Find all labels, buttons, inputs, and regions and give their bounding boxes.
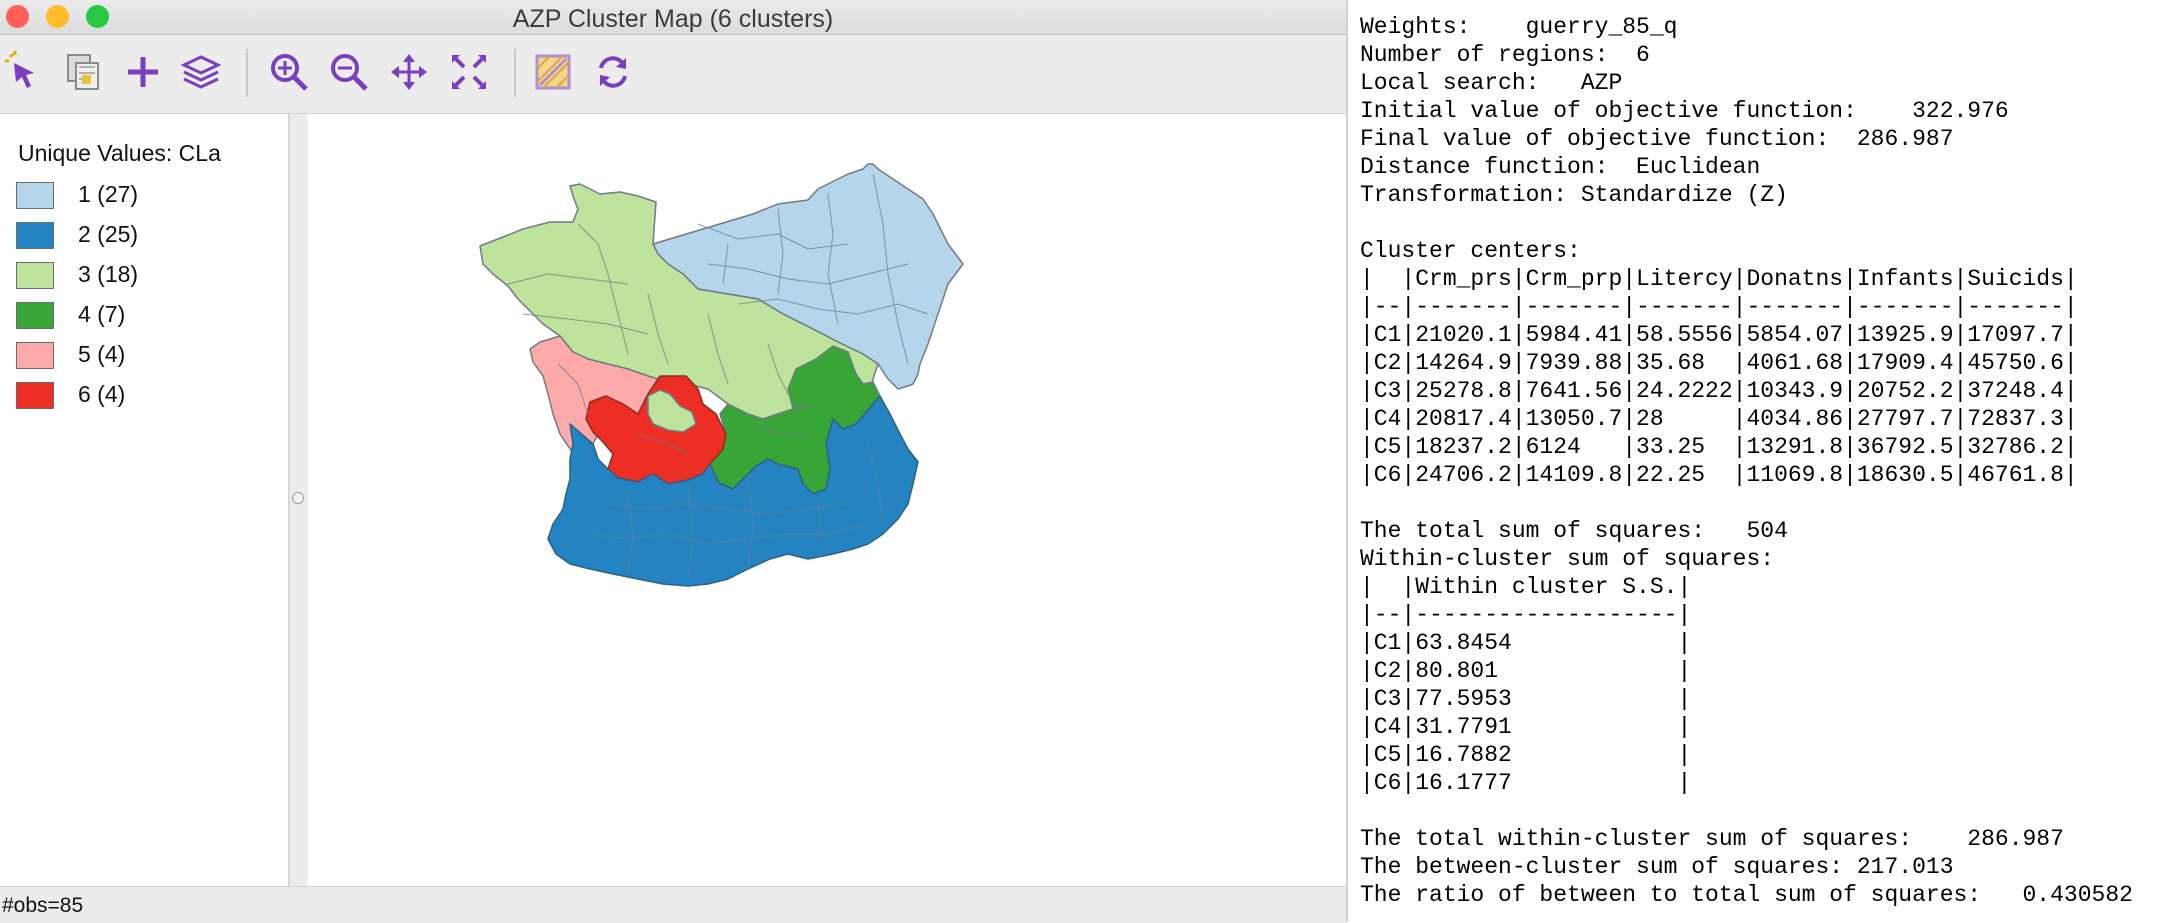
console-line: Final value of objective function: 286.9… <box>1360 126 1954 152</box>
basemap-button[interactable] <box>530 49 576 95</box>
legend-label: 5 (4) <box>78 341 126 367</box>
console-line: ------ <box>1360 0 2133 13</box>
refresh-button[interactable] <box>590 49 636 95</box>
legend-label: 3 (18) <box>78 261 139 287</box>
layers-icon <box>180 55 222 89</box>
legend-label: 4 (7) <box>78 301 126 327</box>
console-line: Cluster centers: <box>1360 238 1581 264</box>
legend-swatch <box>16 382 54 409</box>
add-icon <box>128 57 158 87</box>
window-title: AZP Cluster Map (6 clusters) <box>512 5 834 33</box>
toolbar-separator <box>246 49 248 97</box>
legend-label: 1 (27) <box>78 181 139 207</box>
panel-splitter[interactable] <box>290 114 306 886</box>
console-line: |C4|31.7791 | <box>1360 714 1692 740</box>
console-line: |C3|25278.8|7641.56|24.2222|10343.9|2075… <box>1360 378 2078 404</box>
pan-button[interactable] <box>386 49 432 95</box>
zoom-in-icon <box>271 54 308 91</box>
console-line: |--|-------------------| <box>1360 602 1692 628</box>
legend-swatch <box>16 222 54 249</box>
cluster-map[interactable] <box>308 114 1346 886</box>
map-toolbar <box>0 35 1346 114</box>
console-line: Within-cluster sum of squares: <box>1360 546 1775 572</box>
console-line: |C2|80.801 | <box>1360 658 1692 684</box>
copy-map-icon <box>67 54 99 90</box>
results-text: ------Weights: guerry_85_qNumber of regi… <box>1360 0 2133 909</box>
console-line: Initial value of objective function: 322… <box>1360 98 2009 124</box>
legend-swatch <box>16 342 54 369</box>
zoom-out-button[interactable] <box>326 49 372 95</box>
select-icon <box>5 51 34 88</box>
console-line: |C5|18237.2|6124 |33.25 |13291.8|36792.5… <box>1360 434 2078 460</box>
console-line: |C6|24706.2|14109.8|22.25 |11069.8|18630… <box>1360 462 2078 488</box>
console-line: Local search: AZP <box>1360 70 1623 96</box>
console-line: Weights: guerry_85_q <box>1360 14 1678 40</box>
add-layer-button[interactable] <box>120 49 166 95</box>
layers-button[interactable] <box>178 49 224 95</box>
toolbar-separator <box>514 49 516 97</box>
zoom-in-button[interactable] <box>266 49 312 95</box>
legend-swatch <box>16 182 54 209</box>
legend-swatch <box>16 262 54 289</box>
console-line: |--|-------|-------|-------|-------|----… <box>1360 294 2078 320</box>
copy-map-button[interactable] <box>60 49 106 95</box>
console-line: |C3|77.5953 | <box>1360 686 1692 712</box>
map-canvas[interactable] <box>308 114 1346 886</box>
title-bar: AZP Cluster Map (6 clusters) <box>0 0 1346 35</box>
console-line: Transformation: Standardize (Z) <box>1360 182 1788 208</box>
results-console[interactable]: ------Weights: guerry_85_qNumber of regi… <box>1350 0 2174 922</box>
legend-panel: Unique Values: CLa 1 (27) 2 (25) 3 (18) … <box>0 114 291 886</box>
console-line: The between-cluster sum of squares: 217.… <box>1360 854 1954 880</box>
observation-count: #obs=85 <box>2 894 84 917</box>
legend-label: 6 (4) <box>78 381 126 407</box>
status-bar: #obs=85 <box>0 886 1346 923</box>
cluster-map-window: AZP Cluster Map (6 clusters) Unique Valu… <box>0 0 1348 923</box>
map-basemap-icon <box>535 54 571 90</box>
console-line: | |Within cluster S.S.| <box>1360 574 1692 600</box>
console-line: |C4|20817.4|13050.7|28 |4034.86|27797.7|… <box>1360 406 2078 432</box>
console-line: The total sum of squares: 504 <box>1360 518 1788 544</box>
console-line: |C5|16.7882 | <box>1360 742 1692 768</box>
console-line: Distance function: Euclidean <box>1360 154 1761 180</box>
console-line: | |Crm_prs|Crm_prp|Litercy|Donatns|Infan… <box>1360 266 2078 292</box>
select-tool-button[interactable] <box>4 49 50 95</box>
fit-extent-icon <box>452 55 486 89</box>
console-line: |C1|63.8454 | <box>1360 630 1692 656</box>
refresh-icon <box>599 56 627 88</box>
legend-label: 2 (25) <box>78 221 139 247</box>
legend-swatch <box>16 302 54 329</box>
splitter-grip-handle[interactable] <box>292 492 304 504</box>
console-line: |C1|21020.1|5984.41|58.5556|5854.07|1392… <box>1360 322 2078 348</box>
legend-title: Unique Values: CLa <box>18 140 221 166</box>
pan-icon <box>391 54 427 90</box>
console-line: Number of regions: 6 <box>1360 42 1650 68</box>
fit-extent-button[interactable] <box>446 49 492 95</box>
zoom-out-icon <box>331 54 368 91</box>
console-line: |C2|14264.9|7939.88|35.68 |4061.68|17909… <box>1360 350 2078 376</box>
console-line: |C6|16.1777 | <box>1360 770 1692 796</box>
console-line: The ratio of between to total sum of squ… <box>1360 882 2133 908</box>
console-line: The total within-cluster sum of squares:… <box>1360 826 2064 852</box>
